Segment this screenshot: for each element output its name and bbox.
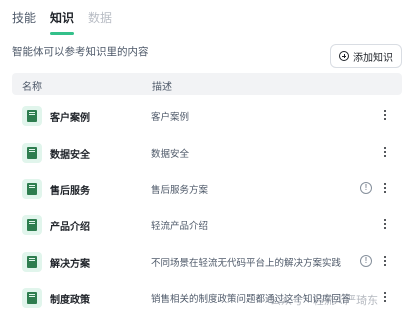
plus-circle-icon	[339, 51, 349, 61]
knowledge-row[interactable]: 售后服务 售后服务方案 !	[12, 171, 402, 207]
column-header-desc: 描述	[152, 82, 172, 93]
knowledge-name: 制度政策	[50, 295, 90, 306]
book-icon	[22, 252, 42, 272]
more-options-icon[interactable]	[379, 179, 391, 197]
knowledge-name: 售后服务	[50, 186, 90, 197]
knowledge-name: 客户案例	[50, 113, 90, 124]
knowledge-row[interactable]: 客户案例 客户案例	[12, 98, 402, 134]
knowledge-description: 客户案例	[151, 112, 190, 123]
add-knowledge-label: 添加知识	[353, 52, 393, 64]
knowledge-row[interactable]: 解决方案 不同场景在轻流无代码平台上的解决方案实践 !	[12, 244, 402, 280]
more-options-icon[interactable]	[379, 215, 391, 233]
knowledge-row[interactable]: 数据安全 数据安全	[12, 135, 402, 171]
tab-data[interactable]: 数据	[88, 9, 112, 33]
more-options-icon[interactable]	[379, 288, 391, 306]
book-icon	[22, 106, 42, 126]
knowledge-name: 产品介绍	[50, 222, 90, 233]
knowledge-description: 不同场景在轻流无代码平台上的解决方案实践	[151, 258, 342, 269]
book-icon	[22, 288, 42, 308]
more-options-icon[interactable]	[379, 143, 391, 161]
warning-icon[interactable]: !	[360, 182, 372, 194]
knowledge-name: 解决方案	[50, 259, 90, 270]
tab-knowledge[interactable]: 知识	[50, 9, 75, 35]
table-header: 名称 描述	[12, 73, 402, 95]
section-subtitle: 智能体可以参考知识里的内容	[12, 46, 149, 58]
more-options-icon[interactable]	[379, 252, 391, 270]
watermark: 公众号 · 轻流AI严琦东	[270, 295, 379, 307]
book-icon	[22, 143, 42, 163]
add-knowledge-button[interactable]: 添加知识	[330, 44, 402, 68]
column-header-name: 名称	[22, 82, 42, 93]
knowledge-description: 数据安全	[151, 149, 190, 160]
knowledge-description: 轻流产品介绍	[151, 221, 209, 232]
knowledge-name: 数据安全	[50, 150, 90, 161]
knowledge-row[interactable]: 产品介绍 轻流产品介绍	[12, 207, 402, 243]
book-icon	[22, 215, 42, 235]
tab-bar: 技能 知识 数据	[12, 9, 112, 35]
tab-skills[interactable]: 技能	[12, 9, 36, 33]
warning-icon[interactable]: !	[360, 255, 372, 267]
more-options-icon[interactable]	[379, 106, 391, 124]
book-icon	[22, 179, 42, 199]
knowledge-description: 售后服务方案	[151, 185, 209, 196]
